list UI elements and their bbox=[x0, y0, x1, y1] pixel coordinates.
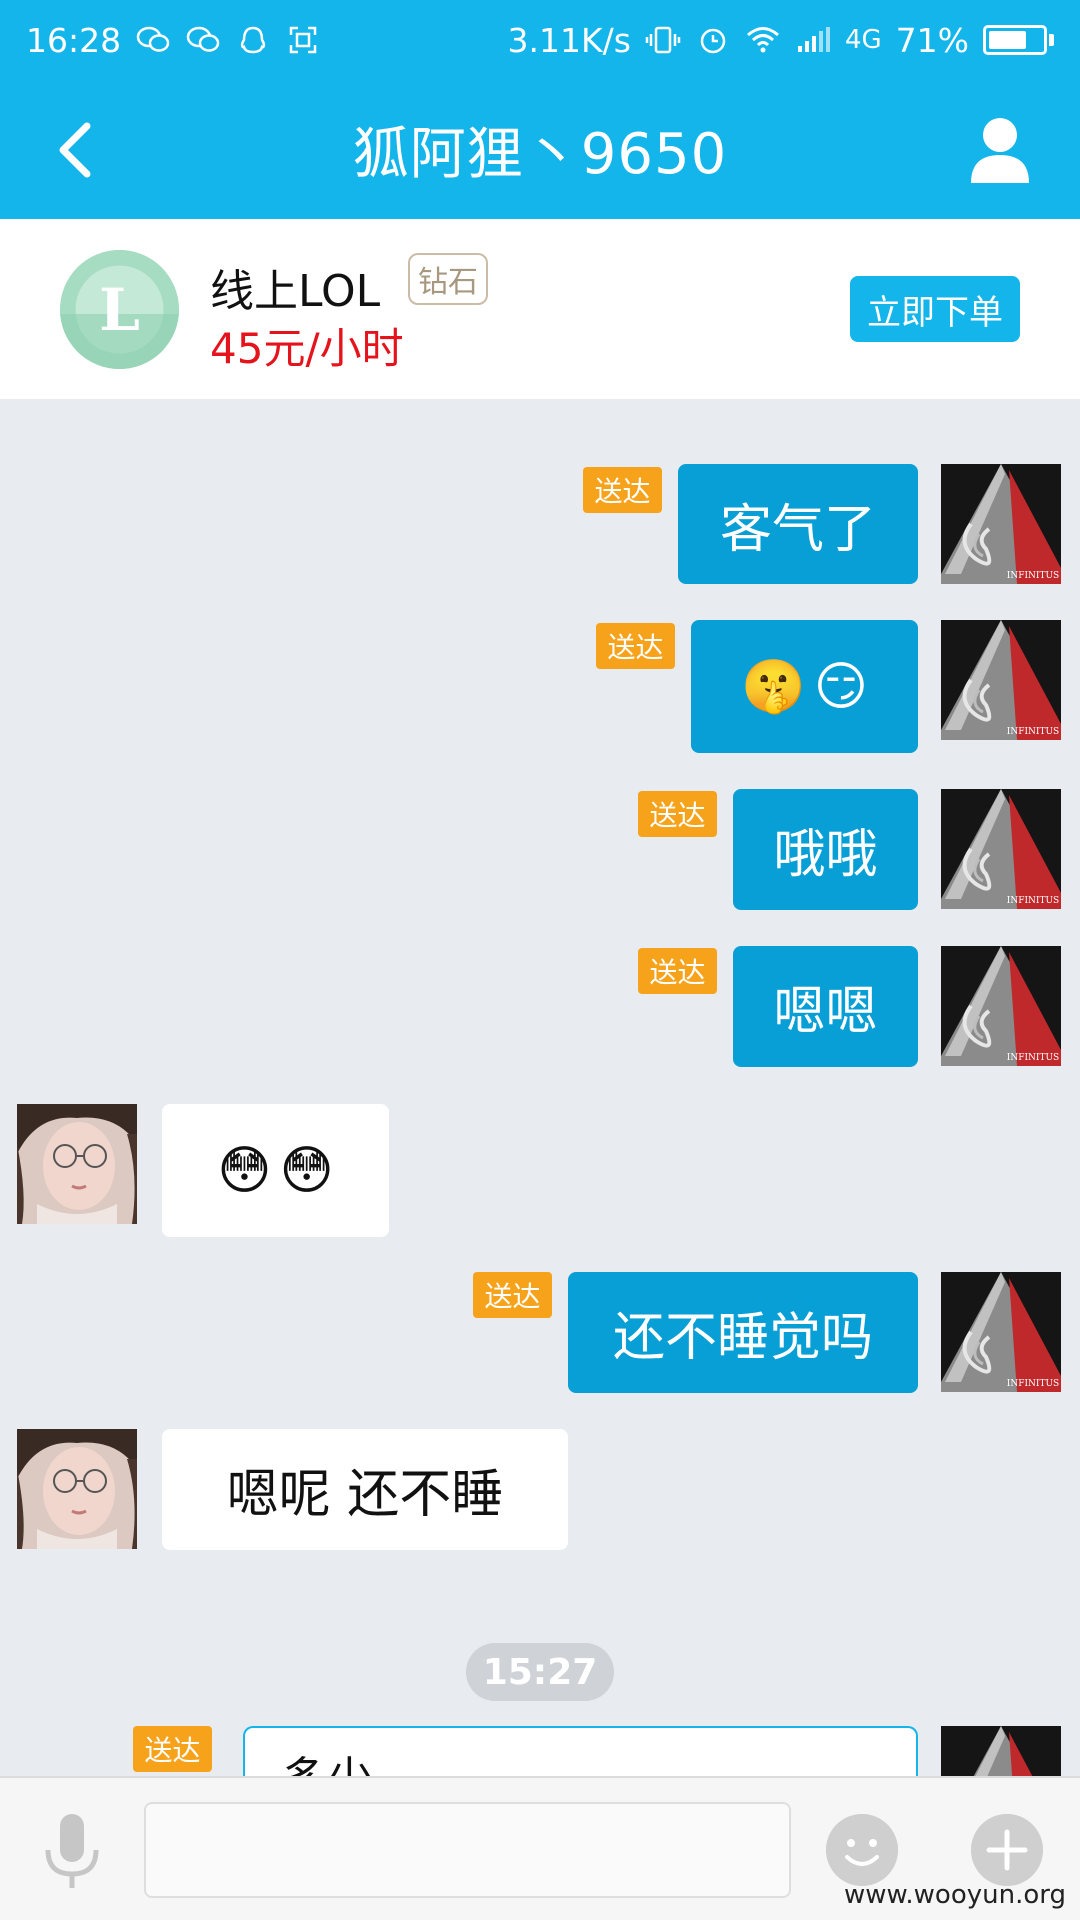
flushed-emoji: 😳 bbox=[279, 1140, 334, 1201]
message-input[interactable] bbox=[144, 1802, 791, 1898]
avatar-self[interactable]: INFINITUS bbox=[941, 464, 1061, 584]
avatar-self[interactable]: INFINITUS bbox=[941, 1726, 1061, 1776]
message-bubble[interactable]: 客气了 bbox=[678, 464, 918, 584]
message-bubble[interactable]: 🤫 😏 bbox=[691, 620, 918, 753]
network-type: 4G bbox=[844, 25, 882, 55]
net-speed: 3.11K/s bbox=[507, 20, 631, 60]
wechat-icon bbox=[185, 25, 221, 55]
status-left: 16:28 bbox=[26, 21, 321, 60]
profile-button[interactable] bbox=[960, 108, 1040, 192]
svg-text:INFINITUS: INFINITUS bbox=[1007, 727, 1059, 737]
alarm-icon bbox=[695, 25, 731, 55]
avatar-self[interactable]: INFINITUS bbox=[941, 620, 1061, 740]
screenshot-icon bbox=[285, 25, 321, 55]
message-bubble[interactable]: 嗯呢 还不睡 bbox=[162, 1429, 568, 1550]
product-logo: L bbox=[60, 250, 179, 369]
signal-icon bbox=[795, 25, 831, 55]
avatar-self[interactable]: INFINITUS bbox=[941, 946, 1061, 1066]
watermark: www.wooyun.org bbox=[843, 1880, 1066, 1910]
status-bar: 16:28 3.11K/s 4G 71% bbox=[0, 0, 1080, 80]
timestamp-divider: 15:27 bbox=[466, 1643, 614, 1701]
wechat-icon bbox=[135, 25, 171, 55]
avatar-peer[interactable] bbox=[17, 1104, 137, 1224]
order-now-button[interactable]: 立即下单 bbox=[850, 276, 1020, 342]
product-card: L 线上LOL 钻石 45元/小时 立即下单 bbox=[0, 219, 1080, 399]
message-text: 哦哦 bbox=[773, 825, 878, 885]
input-bar: www.wooyun.org bbox=[0, 1776, 1080, 1920]
page-title: 狐阿狸丶9650 bbox=[352, 122, 728, 187]
message-text: 嗯嗯 bbox=[773, 982, 878, 1042]
more-button[interactable] bbox=[971, 1814, 1043, 1886]
message-list[interactable]: 送达 客气了 INFINITUS 送达 🤫 😏 INFINITUS 送达 哦哦 … bbox=[0, 399, 1080, 1776]
svg-text:INFINITUS: INFINITUS bbox=[1007, 896, 1059, 906]
delivered-tag: 送达 bbox=[473, 1272, 552, 1318]
shush-emoji: 🤫 bbox=[741, 657, 806, 717]
svg-text:L: L bbox=[99, 276, 140, 344]
top-bar: 16:28 3.11K/s 4G 71% 狐阿狸丶9650 bbox=[0, 0, 1080, 219]
delivered-tag: 送达 bbox=[133, 1726, 212, 1772]
avatar-peer[interactable] bbox=[17, 1429, 137, 1549]
smiley-icon bbox=[826, 1814, 898, 1886]
microphone-icon bbox=[45, 1814, 99, 1888]
chevron-left-icon bbox=[59, 122, 91, 178]
delivered-tag: 送达 bbox=[638, 948, 717, 994]
delivered-tag: 送达 bbox=[583, 467, 662, 513]
emoji-button[interactable] bbox=[826, 1814, 898, 1886]
smirk-emoji: 😏 bbox=[813, 656, 868, 717]
message-bubble[interactable]: 哦哦 bbox=[733, 789, 918, 910]
delivered-tag: 送达 bbox=[638, 791, 717, 837]
qq-icon bbox=[235, 25, 271, 55]
svg-text:INFINITUS: INFINITUS bbox=[1007, 571, 1059, 581]
status-right: 3.11K/s 4G 71% bbox=[507, 20, 1054, 60]
message-bubble[interactable]: 😳 😳 bbox=[162, 1104, 389, 1237]
battery-percent: 71% bbox=[895, 20, 969, 60]
avatar-self[interactable]: INFINITUS bbox=[941, 1272, 1061, 1392]
product-price: 45元/小时 bbox=[210, 324, 404, 373]
message-bubble[interactable]: 嗯嗯 bbox=[733, 946, 918, 1067]
message-text: 客气了 bbox=[719, 499, 876, 560]
clock: 16:28 bbox=[26, 20, 122, 60]
voice-button[interactable] bbox=[36, 1812, 108, 1892]
title-bar: 狐阿狸丶9650 bbox=[0, 80, 1080, 219]
message-text: 还不睡觉吗 bbox=[612, 1308, 873, 1368]
battery-icon bbox=[983, 25, 1054, 55]
svg-text:INFINITUS: INFINITUS bbox=[1007, 1379, 1059, 1389]
svg-text:INFINITUS: INFINITUS bbox=[1007, 1053, 1059, 1063]
plus-icon bbox=[971, 1814, 1043, 1886]
product-name: 线上LOL bbox=[210, 266, 381, 317]
message-bubble[interactable]: 还不睡觉吗 bbox=[568, 1272, 918, 1393]
person-icon bbox=[971, 118, 1029, 183]
wifi-icon bbox=[745, 25, 781, 55]
back-button[interactable] bbox=[40, 110, 110, 190]
rank-badge: 钻石 bbox=[408, 253, 488, 305]
delivered-tag: 送达 bbox=[596, 623, 675, 669]
message-bubble-partial[interactable]: 多少 bbox=[243, 1726, 918, 1776]
flushed-emoji: 😳 bbox=[217, 1140, 272, 1201]
avatar-self[interactable]: INFINITUS bbox=[941, 789, 1061, 909]
vibrate-icon bbox=[645, 25, 681, 55]
message-text: 多少 bbox=[281, 1752, 373, 1776]
message-text: 嗯呢 还不睡 bbox=[226, 1465, 504, 1525]
